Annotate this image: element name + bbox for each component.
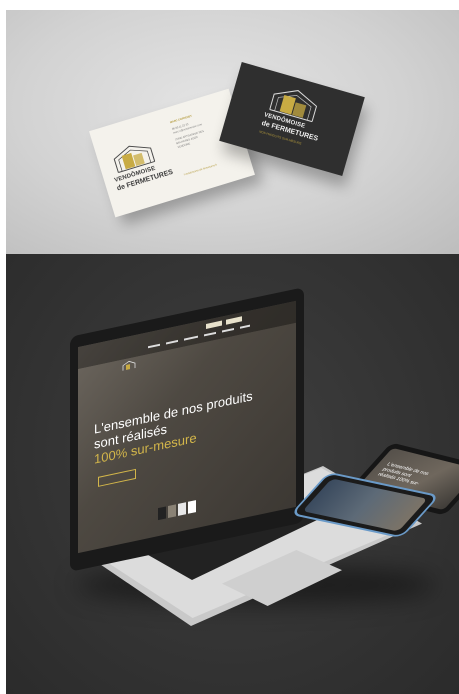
thumbnail	[188, 500, 196, 514]
thumbnail	[158, 506, 166, 521]
business-cards-panel: VENDÔMOISE de FERMETURES MARC COPPENET 0…	[6, 10, 459, 254]
thumbnail	[168, 504, 176, 519]
thumbnail	[178, 502, 186, 516]
contact-name: MARC COPPENET	[169, 114, 193, 125]
product-thumbnails	[158, 500, 196, 521]
website-logo-icon	[122, 360, 136, 371]
hero-cta-button	[98, 468, 136, 487]
card-footer: f vendomoise-de-fermetures.fr	[183, 163, 218, 177]
mockup-frame: VENDÔMOISE de FERMETURES MARC COPPENET 0…	[6, 10, 459, 694]
